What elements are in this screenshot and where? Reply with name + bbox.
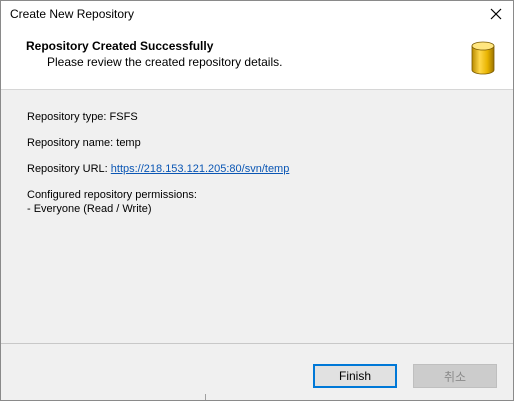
- permissions-entry: - Everyone (Read / Write): [27, 203, 152, 215]
- permissions-title: Configured repository permissions:: [27, 189, 197, 201]
- repository-type: Repository type: FSFS: [27, 111, 138, 123]
- repository-url-link[interactable]: https://218.153.121.205:80/svn/temp: [111, 163, 290, 175]
- header-subtitle: Please review the created repository det…: [47, 55, 283, 69]
- wizard-header: Repository Created Successfully Please r…: [1, 27, 513, 90]
- repository-url-label: Repository URL:: [27, 163, 111, 175]
- footer-divider: [1, 343, 513, 344]
- divider-tick: [205, 394, 206, 400]
- database-cylinder-icon: [471, 41, 495, 75]
- create-repository-dialog: Create New Repository Repository Created…: [0, 0, 514, 401]
- close-button[interactable]: [479, 1, 513, 27]
- title-bar: Create New Repository: [1, 1, 513, 27]
- finish-button[interactable]: Finish: [313, 364, 397, 388]
- close-icon: [490, 8, 502, 20]
- repository-url-row: Repository URL: https://218.153.121.205:…: [27, 163, 289, 175]
- details-panel: Repository type: FSFS Repository name: t…: [1, 90, 513, 342]
- header-title: Repository Created Successfully: [26, 39, 214, 53]
- window-title: Create New Repository: [10, 7, 135, 21]
- cancel-button[interactable]: 취소: [413, 364, 497, 388]
- repository-name: Repository name: temp: [27, 137, 141, 149]
